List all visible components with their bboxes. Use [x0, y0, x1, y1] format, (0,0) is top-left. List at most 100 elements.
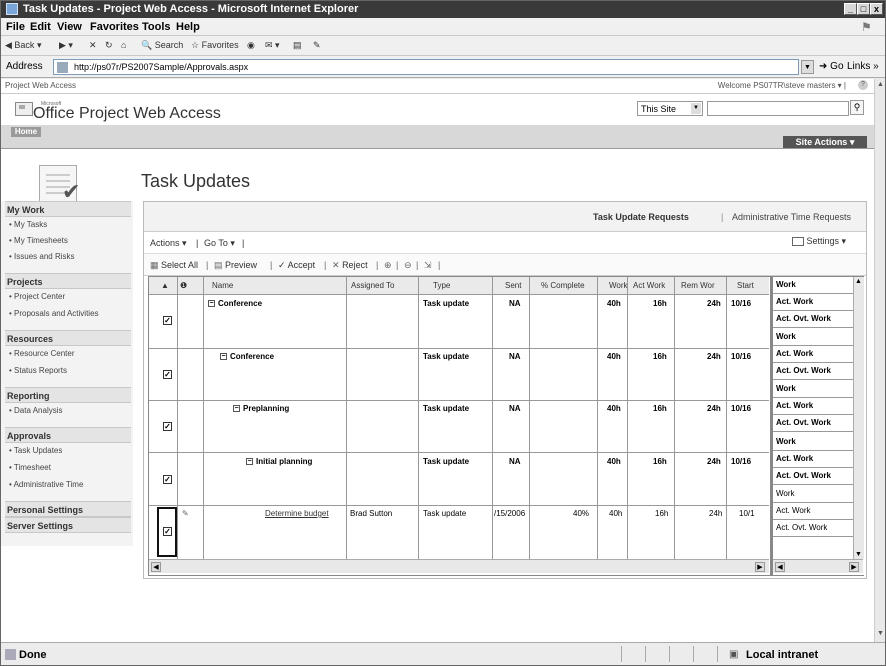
nav-header-reporting[interactable]: Reporting	[5, 387, 131, 403]
task-name[interactable]: − Preplanning	[233, 404, 289, 413]
scroll-right-icon[interactable]: ▶	[755, 562, 765, 572]
scroll-right-icon[interactable]: ▶	[849, 562, 859, 572]
col-start[interactable]: Start	[737, 281, 754, 290]
menu-edit[interactable]: Edit	[30, 21, 51, 33]
help-icon[interactable]: ?	[858, 80, 868, 90]
search-button[interactable]: 🔍 Search	[141, 40, 183, 51]
zoom-in-icon[interactable]: ⊕	[384, 260, 392, 271]
favorites-button[interactable]: ☆ Favorites	[191, 40, 239, 51]
collapse-icon[interactable]: −	[208, 300, 215, 308]
back-button[interactable]: ◀ Back ▾	[5, 40, 41, 51]
col-name[interactable]: Name	[212, 281, 233, 290]
edit-icon[interactable]: ✎	[313, 40, 321, 51]
col-act-work[interactable]: Act Work	[633, 281, 665, 290]
search-icon[interactable]: ⚲	[850, 100, 864, 115]
preview-button[interactable]: ▤ Preview	[214, 260, 257, 271]
tab-home[interactable]: Home	[11, 127, 41, 137]
task-name[interactable]: − Initial planning	[246, 457, 312, 466]
nav-item-status-reports[interactable]: • Status Reports	[9, 366, 67, 375]
tab-task-update-requests[interactable]: Task Update Requests	[593, 212, 689, 222]
row-checkbox[interactable]: ✓	[163, 527, 172, 536]
page-vertical-scrollbar[interactable]: ▲ ▼	[874, 79, 885, 642]
row-checkbox[interactable]: ✓	[163, 475, 172, 484]
minimize-button[interactable]: _	[844, 3, 857, 15]
print-icon[interactable]: ▤	[293, 40, 302, 51]
col-sent[interactable]: Sent	[505, 281, 521, 290]
scroll-down-icon[interactable]: ▼	[855, 551, 862, 558]
menu-favorites[interactable]: Favorites	[90, 21, 139, 33]
col-pct-complete[interactable]: % Complete	[541, 281, 585, 290]
task-name[interactable]: − Conference	[220, 352, 274, 361]
home-icon[interactable]: ⌂	[121, 40, 126, 50]
nav-item-proposals[interactable]: • Proposals and Activities	[9, 309, 99, 318]
grid-horizontal-scrollbar[interactable]: ◀ ▶	[149, 559, 769, 573]
note-icon[interactable]: ✎	[182, 509, 189, 518]
site-search-input[interactable]	[707, 101, 849, 116]
scroll-to-task-icon[interactable]: ⇲	[424, 260, 432, 271]
go-button[interactable]: ➜ Go	[819, 61, 844, 72]
nav-item-project-center[interactable]: • Project Center	[9, 292, 65, 301]
collapse-icon[interactable]: −	[220, 353, 227, 361]
row-checkbox[interactable]: ✓	[163, 370, 172, 379]
col-assigned-to[interactable]: Assigned To	[351, 281, 394, 290]
menu-help[interactable]: Help	[176, 21, 200, 33]
scroll-left-icon[interactable]: ◀	[151, 562, 161, 572]
stop-icon[interactable]: ✕	[89, 40, 97, 51]
close-button[interactable]: x	[870, 3, 883, 15]
nav-item-my-tasks[interactable]: • My Tasks	[9, 220, 47, 229]
nav-item-task-updates[interactable]: • Task Updates	[9, 446, 62, 455]
nav-header-resources[interactable]: Resources	[5, 330, 131, 346]
col-type[interactable]: Type	[433, 281, 450, 290]
links-button[interactable]: Links »	[847, 61, 879, 72]
search-scope-select[interactable]: This Site ▼	[637, 101, 703, 116]
scroll-down-icon[interactable]: ▼	[876, 630, 885, 640]
nav-item-resource-center[interactable]: • Resource Center	[9, 349, 75, 358]
refresh-icon[interactable]: ↻	[105, 40, 113, 51]
scroll-up-icon[interactable]: ▲	[876, 81, 885, 91]
select-all-button[interactable]: ▦ Select All	[150, 260, 198, 271]
task-name[interactable]: − Conference	[208, 299, 262, 308]
accept-button[interactable]: ✓ Accept	[278, 260, 315, 271]
mail-icon[interactable]: ✉ ▾	[265, 40, 280, 51]
menu-tools[interactable]: Tools	[142, 21, 171, 33]
nav-header-projects[interactable]: Projects	[5, 273, 131, 289]
maximize-button[interactable]: □	[857, 3, 870, 15]
site-label[interactable]: Project Web Access	[5, 81, 76, 90]
row-checkbox[interactable]: ✓	[163, 316, 172, 325]
actions-menu[interactable]: Actions ▾	[150, 238, 187, 249]
scroll-up-icon[interactable]: ▲	[855, 278, 862, 285]
welcome-menu[interactable]: Welcome PS07TR\steve masters ▾ |	[718, 81, 846, 90]
goto-menu[interactable]: Go To ▾	[204, 238, 235, 249]
collapse-icon[interactable]: −	[246, 458, 253, 466]
nav-item-issues-and-risks[interactable]: • Issues and Risks	[9, 252, 75, 261]
row-checkbox[interactable]: ✓	[163, 422, 172, 431]
nav-item-my-timesheets[interactable]: • My Timesheets	[9, 236, 68, 245]
nav-item-data-analysis[interactable]: • Data Analysis	[9, 406, 63, 415]
nav-item-administrative-time[interactable]: • Administrative Time	[9, 480, 83, 489]
settings-menu[interactable]: Settings ▾	[792, 236, 846, 247]
address-input[interactable]: http://ps07r/PS2007Sample/Approvals.aspx	[53, 59, 799, 75]
security-zone: Local intranet	[746, 649, 819, 661]
nav-header-server-settings[interactable]: Server Settings	[5, 517, 131, 533]
zoom-out-icon[interactable]: ⊖	[404, 260, 412, 271]
task-name-link[interactable]: Determine budget	[265, 509, 329, 518]
site-actions-menu[interactable]: Site Actions ▾	[783, 136, 867, 148]
pane-vertical-scrollbar[interactable]: ▲ ▼	[853, 277, 864, 559]
col-rem-work[interactable]: Rem Wor	[681, 281, 715, 290]
menu-view[interactable]: View	[57, 21, 82, 33]
reject-button[interactable]: ✕ Reject	[332, 260, 368, 271]
collapse-icon[interactable]: −	[233, 405, 240, 413]
scroll-left-icon[interactable]: ◀	[775, 562, 785, 572]
nav-item-timesheet[interactable]: • Timesheet	[9, 463, 51, 472]
nav-header-personal-settings[interactable]: Personal Settings	[5, 501, 131, 517]
address-dropdown-icon[interactable]: ▼	[801, 60, 814, 74]
task-sent: NA	[509, 404, 521, 413]
tab-administrative-time-requests[interactable]: Administrative Time Requests	[732, 212, 851, 222]
media-icon[interactable]: ◉	[247, 40, 255, 51]
col-work[interactable]: Work	[609, 281, 628, 290]
menu-file[interactable]: File	[6, 21, 25, 33]
forward-button[interactable]: ▶ ▾	[59, 40, 73, 51]
nav-header-my-work[interactable]: My Work	[5, 201, 131, 217]
pane-horizontal-scrollbar[interactable]: ◀ ▶	[773, 559, 863, 573]
nav-header-approvals[interactable]: Approvals	[5, 427, 131, 443]
